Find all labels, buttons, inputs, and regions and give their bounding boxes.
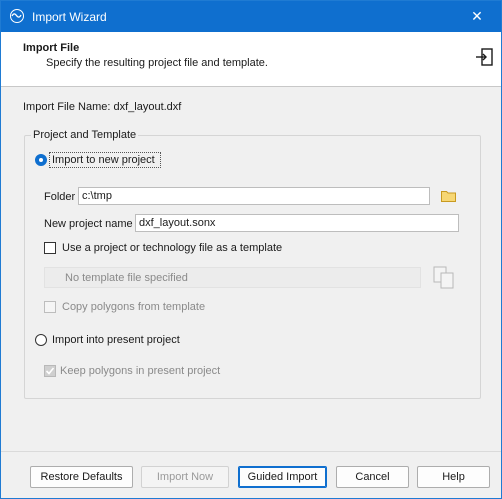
use-template-label[interactable]: Use a project or technology file as a te…	[62, 242, 282, 254]
page-subtitle: Specify the resulting project file and t…	[46, 57, 268, 69]
import-now-button[interactable]: Import Now	[141, 466, 229, 488]
present-project-label[interactable]: Import into present project	[52, 334, 180, 346]
template-file-input[interactable]: No template file specified	[44, 267, 421, 288]
import-icon	[476, 48, 493, 66]
use-template-checkbox[interactable]	[44, 242, 56, 254]
copy-polygons-label[interactable]: Copy polygons from template	[62, 301, 205, 313]
keep-polygons-checkbox[interactable]	[44, 365, 56, 377]
present-project-radio[interactable]	[35, 334, 47, 346]
guided-import-button[interactable]: Guided Import	[238, 466, 327, 488]
window-title: Import Wizard	[32, 10, 107, 24]
import-file-name: Import File Name: dxf_layout.dxf	[23, 101, 181, 113]
title-bar[interactable]: Import Wizard ✕	[1, 1, 501, 32]
cancel-button[interactable]: Cancel	[336, 466, 409, 488]
wizard-header: Import File Specify the resulting projec…	[1, 32, 501, 87]
checkmark-icon	[45, 367, 55, 375]
copy-file-icon[interactable]	[432, 265, 456, 289]
folder-label: Folder	[44, 191, 76, 203]
close-button[interactable]: ✕	[467, 7, 487, 25]
import-file-label: Import File Name:	[23, 101, 111, 113]
copy-polygons-checkbox[interactable]	[44, 301, 56, 313]
folder-icon[interactable]	[441, 190, 456, 202]
project-name-input[interactable]: dxf_layout.sonx	[135, 214, 459, 232]
new-project-radio[interactable]	[35, 154, 47, 166]
page-title: Import File	[23, 42, 80, 54]
close-icon: ✕	[471, 8, 483, 24]
import-file-value: dxf_layout.dxf	[113, 101, 182, 113]
group-title: Project and Template	[31, 129, 139, 141]
help-button[interactable]: Help	[417, 466, 490, 488]
keep-polygons-label[interactable]: Keep polygons in present project	[60, 365, 220, 377]
new-project-label[interactable]: Import to new project	[52, 154, 155, 166]
project-name-label: New project name	[44, 218, 133, 230]
app-icon	[10, 9, 24, 23]
folder-input[interactable]: c:\tmp	[78, 187, 430, 205]
import-wizard-window: Import Wizard ✕ Import File Specify the …	[0, 0, 502, 499]
footer-divider	[1, 451, 501, 452]
restore-defaults-button[interactable]: Restore Defaults	[30, 466, 133, 488]
